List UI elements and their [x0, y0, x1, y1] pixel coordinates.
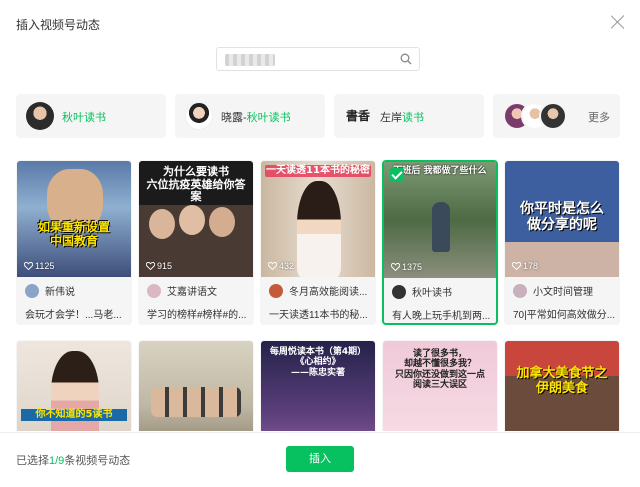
like-count: 178	[511, 261, 538, 271]
account-chips: 秋叶读书 晓露-秋叶读书 書香 左岸读书 更多	[16, 94, 620, 138]
video-card[interactable]: 如果重新设置 中国教育 1125 新伟说 会玩才会学！...马老...	[16, 160, 132, 325]
video-card[interactable]: 读了很多书， 却越不懂很多我？ 只因你还没做到这一点 阅读三大误区	[382, 340, 498, 431]
video-card[interactable]: 为什么要读书 六位抗疫英雄给你答案 915 艾嘉讲语文 学习的榜样#榜样#的..…	[138, 160, 254, 325]
video-thumbnail: 一天读透11本书的秘密	[261, 161, 375, 277]
thumbnail-caption: 为什么要读书 六位抗疫英雄给你答案	[146, 165, 246, 204]
thumbnail-caption: 每周悦读本书（第4期） 《心相约》 ——陈忠实著	[269, 347, 367, 378]
like-count: 1375	[390, 262, 422, 272]
heart-icon	[511, 261, 522, 271]
video-thumbnail: 加拿大美食节之 伊朗美食	[505, 341, 619, 431]
avatar	[185, 102, 213, 130]
video-card[interactable]	[138, 340, 254, 431]
avatar	[26, 102, 54, 130]
search-icon[interactable]	[400, 53, 412, 65]
video-card[interactable]: 每周悦读本书（第4期） 《心相约》 ——陈忠实著	[260, 340, 376, 431]
video-thumbnail: 每周悦读本书（第4期） 《心相约》 ——陈忠实著	[261, 341, 375, 431]
account-name: 秋叶读书	[62, 112, 106, 124]
selection-status: 已选择1/9条视频号动态	[16, 455, 131, 467]
more-accounts-chip[interactable]: 更多	[493, 94, 620, 138]
video-thumbnail: 你不知道的5读书	[17, 341, 131, 431]
video-card[interactable]: 你不知道的5读书	[16, 340, 132, 431]
calligraphy-avatar: 書香	[344, 102, 372, 130]
blurred-search-text	[225, 54, 275, 66]
more-link[interactable]: 更多	[588, 109, 610, 125]
video-card-selected[interactable]: 下班后 我都做了些什么 1375 秋叶读书 有人晚上玩手机到两...	[382, 160, 498, 325]
account-name: 左岸读书	[380, 112, 424, 124]
thumbnail-caption: 你平时是怎么 做分享的呢	[520, 201, 604, 234]
video-card[interactable]: 你平时是怎么 做分享的呢 178 小文时间管理 70|平常如何高效做分...	[504, 160, 620, 325]
thumbnail-caption: 加拿大美食节之 伊朗美食	[516, 366, 608, 396]
video-description: 有人晚上玩手机到两...	[392, 311, 491, 322]
avatar	[147, 284, 161, 298]
video-grid: 如果重新设置 中国教育 1125 新伟说 会玩才会学！...马老... 为什么要…	[16, 160, 620, 431]
video-description: 一天读透11本书的秘...	[269, 310, 368, 321]
search-box[interactable]	[216, 47, 420, 71]
account-chip-2[interactable]: 晓露-秋叶读书	[175, 94, 325, 138]
video-thumbnail: 为什么要读书 六位抗疫英雄给你答案	[139, 161, 253, 277]
video-author: 新伟说	[25, 283, 75, 298]
heart-icon	[267, 261, 278, 271]
account-name: 晓露-秋叶读书	[221, 112, 291, 124]
video-thumbnail: 读了很多书， 却越不懂很多我？ 只因你还没做到这一点 阅读三大误区	[383, 341, 497, 431]
thumbnail-caption: 读了很多书， 却越不懂很多我？ 只因你还没做到这一点 阅读三大误区	[394, 349, 485, 391]
video-description: 学习的榜样#榜样#的...	[147, 310, 247, 321]
video-author: 秋叶读书	[392, 284, 452, 299]
video-author: 冬月高效能阅读...	[269, 283, 367, 298]
account-chip-1[interactable]: 秋叶读书	[16, 94, 166, 138]
like-count: 432	[267, 261, 294, 271]
thumbnail-caption: 你不知道的5读书	[21, 409, 127, 421]
video-thumbnail: 如果重新设置 中国教育	[17, 161, 131, 277]
heart-icon	[145, 261, 156, 271]
avatar	[25, 284, 39, 298]
video-card[interactable]: 一天读透11本书的秘密 432 冬月高效能阅读... 一天读透11本书的秘...	[260, 160, 376, 325]
video-thumbnail	[139, 341, 253, 431]
video-card[interactable]: 加拿大美食节之 伊朗美食	[504, 340, 620, 431]
checkbox-checked-icon[interactable]	[390, 168, 404, 182]
like-count: 1125	[23, 261, 54, 271]
heart-icon	[390, 262, 401, 272]
avatar	[513, 284, 527, 298]
heart-icon	[23, 261, 34, 271]
video-description: 70|平常如何高效做分...	[513, 310, 615, 321]
video-author: 艾嘉讲语文	[147, 283, 217, 298]
like-count: 915	[145, 261, 172, 271]
account-chip-3[interactable]: 書香 左岸读书	[334, 94, 484, 138]
video-author: 小文时间管理	[513, 283, 593, 298]
insert-button[interactable]: 插入	[286, 446, 354, 472]
avatar	[539, 102, 567, 130]
video-description: 会玩才会学！...马老...	[25, 310, 122, 321]
close-icon[interactable]	[610, 14, 626, 30]
thumbnail-caption: 如果重新设置 中国教育	[37, 220, 110, 248]
thumbnail-caption: 一天读透11本书的秘密	[265, 165, 371, 177]
dialog-title: 插入视频号动态	[16, 18, 101, 32]
avatar	[392, 285, 406, 299]
footer-divider	[0, 432, 640, 433]
avatar	[269, 284, 283, 298]
video-thumbnail: 你平时是怎么 做分享的呢	[505, 161, 619, 277]
